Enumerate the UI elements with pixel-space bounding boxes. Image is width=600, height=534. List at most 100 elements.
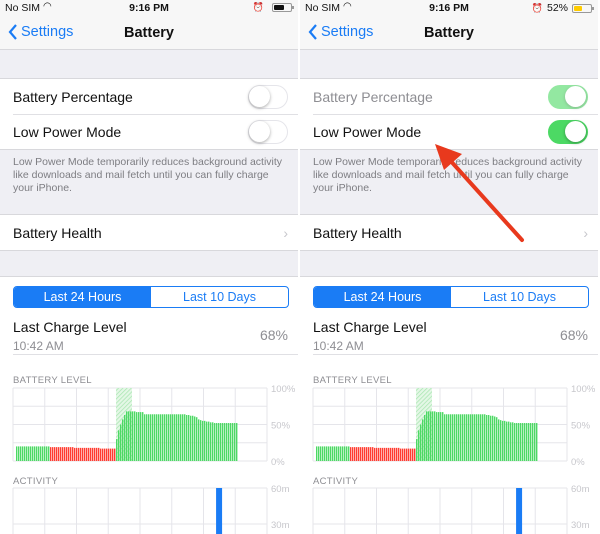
y-tick-label: 100%	[571, 384, 596, 395]
battery-level-bar	[514, 423, 516, 461]
y-tick-label: 0%	[571, 457, 585, 468]
battery-level-bar	[374, 447, 376, 461]
battery-level-bar	[362, 447, 364, 461]
battery-level-bar	[200, 420, 202, 461]
battery-level-bar	[454, 414, 456, 461]
battery-level-bar	[448, 414, 450, 461]
battery-level-bar	[326, 446, 328, 461]
battery-level-bar	[216, 423, 218, 461]
battery-level-bar	[320, 446, 322, 461]
battery-percentage-label: Battery Percentage	[313, 88, 433, 105]
page-title: Battery	[424, 25, 474, 41]
battery-level-bar	[34, 446, 36, 461]
battery-level-bar	[342, 446, 344, 461]
low-power-mode-label: Low Power Mode	[313, 123, 422, 140]
low-power-mode-toggle[interactable]	[248, 119, 288, 144]
battery-level-bar	[442, 412, 444, 461]
alarm-icon: ⏰	[252, 2, 264, 12]
battery-level-bar	[180, 414, 182, 461]
battery-level-bar	[388, 447, 390, 461]
battery-level-bar	[144, 414, 146, 461]
battery-level-bar	[506, 421, 508, 461]
battery-level-bar	[468, 414, 470, 461]
battery-percentage-row: Battery Percentage	[300, 79, 598, 114]
battery-level-bar	[516, 423, 518, 461]
battery-level-bar	[412, 448, 414, 461]
battery-level-bar	[446, 414, 448, 461]
battery-level-bar	[160, 414, 162, 461]
activity-bar	[216, 488, 223, 534]
alarm-icon: ⏰	[531, 2, 543, 13]
battery-level-bar	[140, 412, 142, 461]
y-tick-label: 50%	[571, 421, 591, 432]
battery-icon	[272, 3, 294, 12]
battery-level-bar	[234, 423, 236, 461]
battery-level-bar	[364, 447, 366, 461]
battery-level-bar	[522, 423, 524, 461]
battery-level-bar	[106, 448, 108, 461]
activity-bar	[516, 488, 523, 534]
battery-level-bar	[354, 447, 356, 461]
battery-level-bar	[52, 447, 54, 461]
battery-percentage-toggle[interactable]	[248, 84, 288, 109]
battery-level-bar	[26, 446, 28, 461]
battery-level-bar	[418, 430, 420, 461]
battery-health-group: Battery Health ›	[0, 214, 298, 251]
battery-level-bar	[168, 414, 170, 461]
battery-level-bar	[518, 423, 520, 461]
battery-level-bar	[98, 447, 100, 461]
low-power-mode-toggle[interactable]	[548, 119, 588, 144]
battery-level-bar	[208, 421, 210, 461]
y-tick-label: 50%	[271, 421, 291, 432]
battery-level-bar	[464, 414, 466, 461]
battery-level-bar	[186, 415, 188, 461]
battery-level-bar	[222, 423, 224, 461]
phone-screen-after: No SIM ◠ 9:16 PM ⏰ 52% Settings Battery …	[300, 0, 598, 534]
battery-level-bar	[192, 415, 194, 461]
battery-level-bar	[166, 414, 168, 461]
battery-level-bar	[384, 447, 386, 461]
battery-level-bar	[536, 423, 538, 461]
battery-level-bar	[154, 414, 156, 461]
battery-health-row[interactable]: Battery Health ›	[300, 215, 598, 250]
battery-level-bar	[504, 420, 506, 461]
battery-level-bar	[316, 446, 318, 461]
battery-level-bar	[490, 415, 492, 461]
battery-level-bar	[430, 411, 432, 461]
battery-level-bar	[224, 423, 226, 461]
battery-level-bar	[526, 423, 528, 461]
battery-level-bar	[356, 447, 358, 461]
battery-level-bar	[148, 414, 150, 461]
battery-level-bar	[20, 446, 22, 461]
battery-level-bar	[360, 447, 362, 461]
battery-percentage-toggle[interactable]	[548, 84, 588, 109]
battery-level-bar	[40, 446, 42, 461]
battery-level-bar	[422, 419, 424, 461]
battery-level-bar	[426, 411, 428, 461]
battery-level-bar	[366, 447, 368, 461]
battery-health-group: Battery Health ›	[300, 214, 598, 251]
battery-level-bar	[16, 446, 18, 461]
battery-health-label: Battery Health	[313, 224, 402, 241]
battery-level-bar	[62, 447, 64, 461]
battery-level-bar	[434, 411, 436, 461]
battery-level-bar	[474, 414, 476, 461]
battery-level-bar	[210, 422, 212, 461]
battery-level-bar	[124, 415, 126, 461]
battery-level-bar	[488, 415, 490, 461]
battery-level-bar	[318, 446, 320, 461]
battery-level-bar	[534, 423, 536, 461]
battery-level-bar	[502, 420, 504, 461]
battery-level-bar	[122, 419, 124, 461]
battery-level-bar	[470, 414, 472, 461]
battery-health-label: Battery Health	[13, 224, 102, 241]
battery-level-bar	[344, 446, 346, 461]
battery-level-bar	[498, 419, 500, 461]
battery-level-bar	[530, 423, 532, 461]
battery-level-bar	[152, 414, 154, 461]
battery-level-bar	[438, 412, 440, 461]
low-power-mode-label: Low Power Mode	[13, 123, 122, 140]
battery-health-row[interactable]: Battery Health ›	[0, 215, 298, 250]
battery-level-bar	[228, 423, 230, 461]
battery-level-bar	[204, 420, 206, 461]
